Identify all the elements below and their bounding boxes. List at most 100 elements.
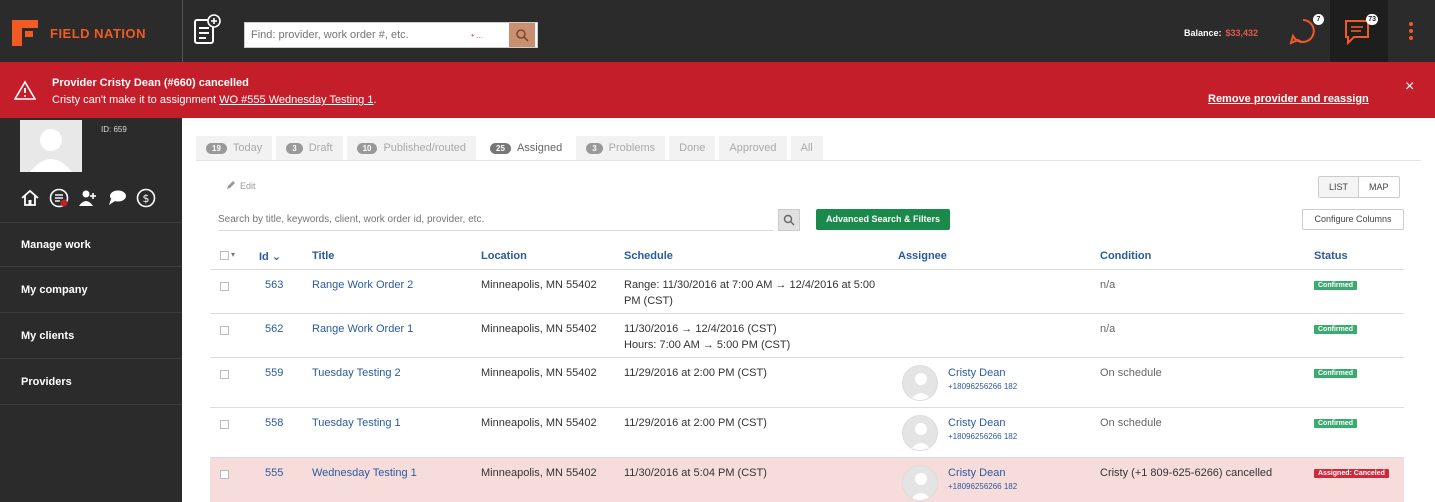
assignee-avatar[interactable] bbox=[902, 415, 938, 451]
messages-badge: 73 bbox=[1366, 14, 1378, 25]
notifications-button[interactable]: 7 bbox=[1288, 14, 1324, 46]
map-view-button[interactable]: MAP bbox=[1359, 177, 1399, 197]
remove-provider-reassign-link[interactable]: Remove provider and reassign bbox=[1208, 93, 1369, 105]
header-divider bbox=[182, 0, 183, 62]
assignee-name[interactable]: Cristy Dean bbox=[948, 417, 1005, 429]
column-header-schedule[interactable]: Schedule bbox=[624, 250, 673, 262]
tab-all[interactable]: All bbox=[790, 136, 823, 160]
tab-assigned[interactable]: 25 Assigned bbox=[480, 136, 573, 160]
row-checkbox[interactable] bbox=[220, 282, 229, 291]
global-search-input[interactable] bbox=[245, 23, 445, 47]
assignee-avatar[interactable] bbox=[902, 465, 938, 501]
sidebar-item-providers[interactable]: Providers bbox=[0, 359, 182, 405]
dollar-icon[interactable]: $ bbox=[136, 188, 156, 208]
tab-today[interactable]: 19 Today bbox=[196, 136, 273, 160]
row-title[interactable]: Tuesday Testing 1 bbox=[312, 417, 401, 429]
row-schedule-line2: Hours: 7:00 AM → 5:00 PM (CST) bbox=[624, 339, 791, 351]
tab-published-routed[interactable]: 10 Published/routed bbox=[346, 136, 477, 160]
column-header-status[interactable]: Status bbox=[1314, 250, 1348, 262]
assignee-phone[interactable]: +18096256266 182 bbox=[948, 382, 1017, 391]
advanced-search-button[interactable]: Advanced Search & Filters bbox=[816, 209, 950, 230]
chat-icon[interactable] bbox=[107, 188, 127, 208]
row-id[interactable]: 559 bbox=[265, 367, 283, 379]
sidebar-item-manage-work[interactable]: Manage work bbox=[0, 222, 182, 267]
row-checkbox[interactable] bbox=[220, 420, 229, 429]
row-location: Minneapolis, MN 55402 bbox=[481, 467, 597, 479]
list-view-button[interactable]: LIST bbox=[1319, 177, 1360, 197]
row-title[interactable]: Range Work Order 1 bbox=[312, 323, 413, 335]
alert-close-icon[interactable]: × bbox=[1405, 78, 1414, 96]
status-badge: Confirmed bbox=[1314, 281, 1357, 290]
global-search: • ... bbox=[244, 22, 538, 48]
row-condition: On schedule bbox=[1100, 417, 1162, 429]
row-schedule: 11/30/2016 at 5:04 PM (CST) bbox=[624, 467, 767, 479]
tab-label: Done bbox=[679, 142, 706, 154]
search-scope-select[interactable]: • ... bbox=[445, 31, 509, 40]
tab-done[interactable]: Done bbox=[669, 136, 716, 160]
new-work-order-icon[interactable] bbox=[193, 14, 221, 46]
edit-label: Edit bbox=[240, 181, 256, 191]
row-schedule-line2: PM (CST) bbox=[624, 295, 673, 307]
assignee-phone[interactable]: +18096256266 182 bbox=[948, 482, 1017, 491]
row-id[interactable]: 563 bbox=[265, 279, 283, 291]
table-row[interactable]: 555 Wednesday Testing 1 Minneapolis, MN … bbox=[210, 458, 1404, 502]
team-icon[interactable] bbox=[78, 188, 98, 208]
row-id[interactable]: 558 bbox=[265, 417, 283, 429]
sidebar: ID: 659 $ Manage work My company My clie… bbox=[0, 118, 182, 502]
logo-text: FIELD NATION bbox=[50, 25, 147, 41]
main-content: 19 Today 3 Draft 10 Published/routed 25 Assi… bbox=[182, 118, 1435, 502]
assignee-phone[interactable]: +18096256266 182 bbox=[948, 432, 1017, 441]
row-checkbox[interactable] bbox=[220, 470, 229, 479]
row-title[interactable]: Range Work Order 2 bbox=[312, 279, 413, 291]
status-badge: Confirmed bbox=[1314, 325, 1357, 334]
table-row[interactable]: 562 Range Work Order 1 Minneapolis, MN 5… bbox=[210, 314, 1404, 358]
logo[interactable]: FIELD NATION bbox=[12, 18, 146, 48]
row-id[interactable]: 562 bbox=[265, 323, 283, 335]
alert-work-order-link[interactable]: WO #555 Wednesday Testing 1 bbox=[219, 94, 373, 106]
row-id[interactable]: 555 bbox=[265, 467, 283, 479]
view-toggle: LIST MAP bbox=[1318, 176, 1400, 198]
more-menu-icon[interactable] bbox=[1408, 22, 1414, 44]
column-header-location[interactable]: Location bbox=[481, 250, 527, 262]
row-checkbox[interactable] bbox=[220, 370, 229, 379]
tab-label: Draft bbox=[308, 142, 333, 154]
select-all-checkbox[interactable] bbox=[220, 251, 229, 260]
row-condition: n/a bbox=[1100, 279, 1116, 291]
sidebar-item-my-clients[interactable]: My clients bbox=[0, 313, 182, 359]
column-header-title[interactable]: Title bbox=[312, 250, 334, 262]
configure-columns-button[interactable]: Configure Columns bbox=[1302, 209, 1404, 230]
home-icon[interactable] bbox=[20, 188, 40, 208]
tab-draft[interactable]: 3 Draft bbox=[276, 136, 343, 160]
tab-label: All bbox=[800, 142, 813, 154]
user-avatar[interactable] bbox=[20, 120, 82, 172]
sidebar-item-my-company[interactable]: My company bbox=[0, 267, 182, 313]
table-row[interactable]: 563 Range Work Order 2 Minneapolis, MN 5… bbox=[210, 270, 1404, 314]
assignee-avatar[interactable] bbox=[902, 365, 938, 401]
row-title[interactable]: Tuesday Testing 2 bbox=[312, 367, 401, 379]
column-header-condition[interactable]: Condition bbox=[1100, 250, 1151, 262]
table-row[interactable]: 558 Tuesday Testing 1 Minneapolis, MN 55… bbox=[210, 408, 1404, 458]
row-checkbox[interactable] bbox=[220, 326, 229, 335]
table-row[interactable]: 559 Tuesday Testing 2 Minneapolis, MN 55… bbox=[210, 358, 1404, 408]
messages-button[interactable]: 73 bbox=[1342, 14, 1378, 46]
alert-message: Cristy can't make it to assignment WO #5… bbox=[52, 94, 377, 106]
column-header-assignee[interactable]: Assignee bbox=[898, 250, 947, 262]
column-header-id[interactable]: Id ⌄ bbox=[259, 250, 281, 263]
edit-link[interactable]: Edit bbox=[226, 180, 256, 191]
tab-label: Published/routed bbox=[383, 142, 467, 154]
tab-label: Problems bbox=[608, 142, 656, 154]
warning-icon bbox=[14, 80, 36, 100]
search-button[interactable] bbox=[509, 23, 535, 47]
tab-approved[interactable]: Approved bbox=[719, 136, 787, 160]
work-order-search-button[interactable] bbox=[778, 209, 800, 231]
assignee-name[interactable]: Cristy Dean bbox=[948, 367, 1005, 379]
balance[interactable]: Balance: $33,432 bbox=[1184, 28, 1258, 38]
status-badge: Assigned: Canceled bbox=[1314, 469, 1389, 478]
row-schedule: 11/30/2016 → 12/4/2016 (CST) bbox=[624, 323, 777, 335]
work-order-search-input[interactable] bbox=[218, 209, 774, 231]
row-title[interactable]: Wednesday Testing 1 bbox=[312, 467, 417, 479]
tab-problems[interactable]: 3 Problems bbox=[576, 136, 666, 160]
assignee-name[interactable]: Cristy Dean bbox=[948, 467, 1005, 479]
work-orders-icon[interactable] bbox=[49, 188, 69, 208]
select-all-dropdown-icon[interactable]: ▾ bbox=[231, 250, 235, 259]
